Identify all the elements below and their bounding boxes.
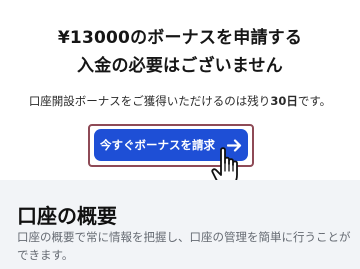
- bonus-deadline-note: 口座開設ボーナスをご獲得いただけるのは残り30日です。: [0, 92, 360, 110]
- account-overview-section: 口座の概要 口座の概要で常に情報を把握し、口座の管理を簡単に行うことができます。: [0, 180, 360, 269]
- note-suffix: です。: [297, 94, 332, 108]
- note-days: 30日: [270, 94, 298, 108]
- note-prefix: 口座開設ボーナスをご獲得いただけるのは残り: [28, 94, 271, 108]
- account-overview-description: 口座の概要で常に情報を把握し、口座の管理を簡単に行うことができます。: [17, 230, 351, 262]
- headline-line-1: ¥13000のボーナスを申請する: [57, 28, 303, 48]
- account-overview-title: 口座の概要: [17, 204, 117, 228]
- claim-bonus-label: 今すぐボーナスを請求: [100, 138, 215, 152]
- headline-line-2: 入金の必要はございません: [77, 56, 283, 76]
- bonus-promo-section: ¥13000のボーナスを申請する 入金の必要はございません 口座開設ボーナスをご…: [0, 0, 360, 188]
- promo-headline: ¥13000のボーナスを申請する 入金の必要はございません: [0, 24, 360, 80]
